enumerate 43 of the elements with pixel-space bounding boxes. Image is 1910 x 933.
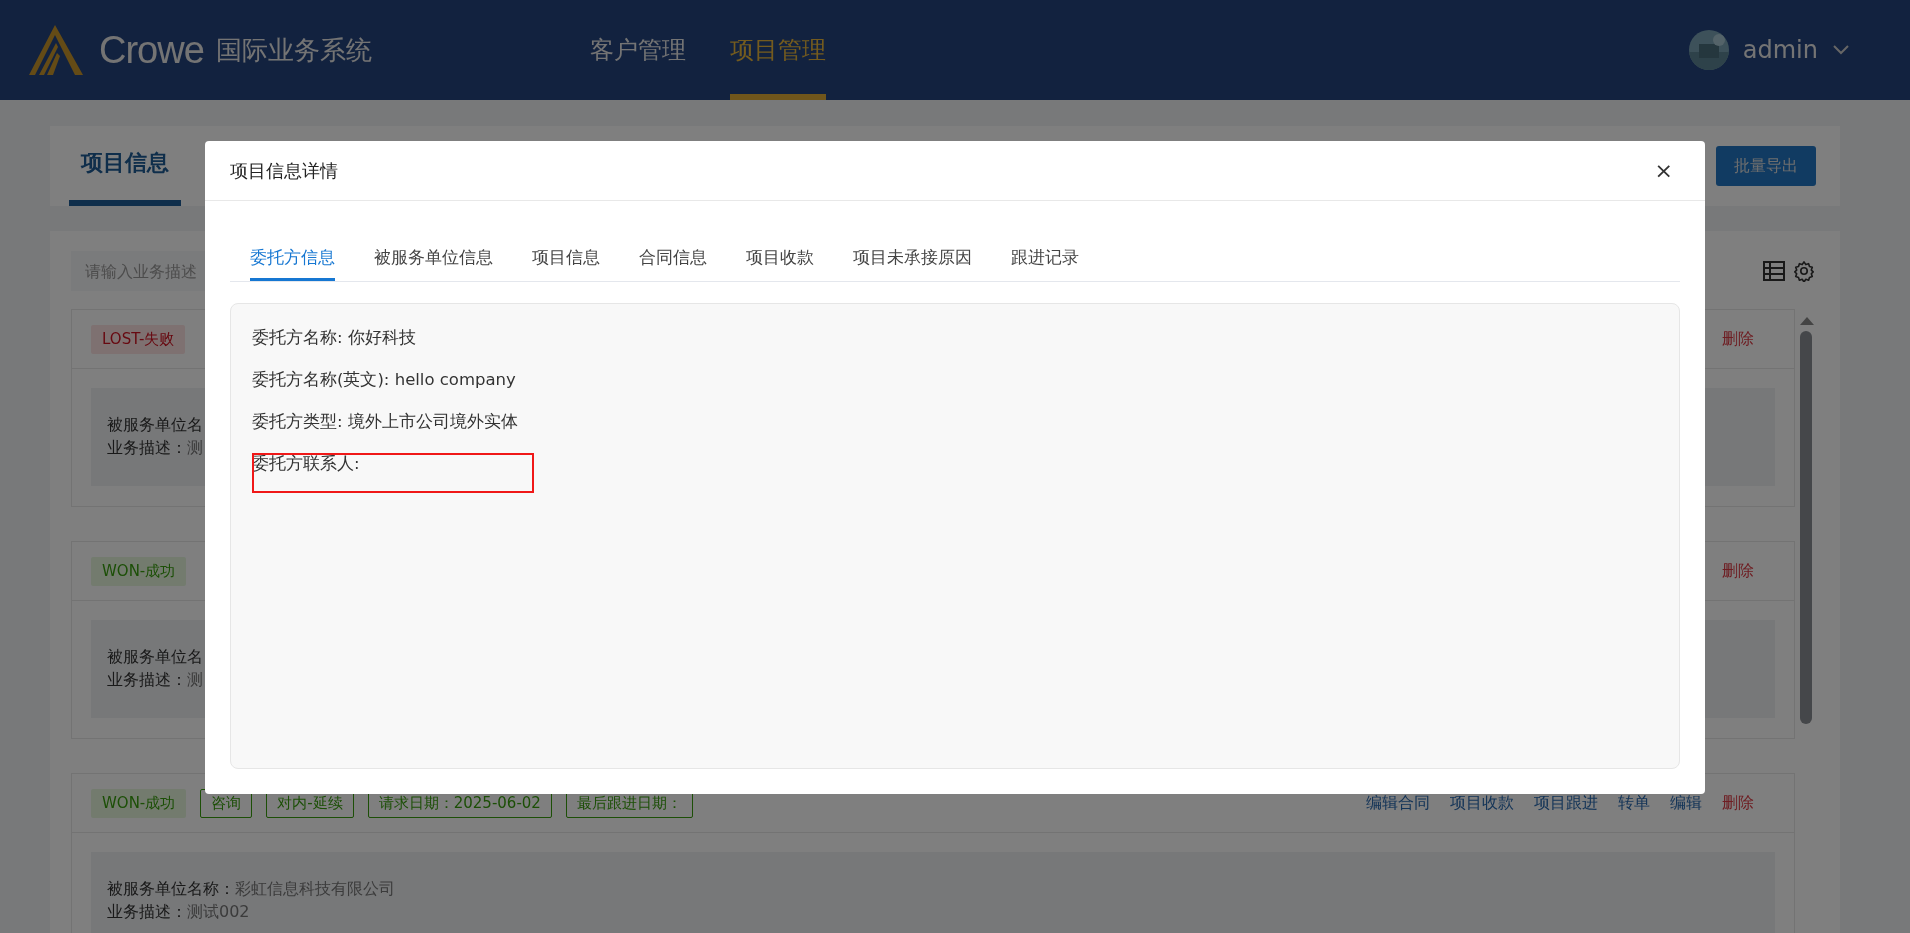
detail-field: 委托方名称(英文): hello company	[252, 359, 1658, 401]
action-link[interactable]: 编辑	[1670, 792, 1702, 814]
close-button[interactable]: ×	[1650, 158, 1677, 183]
action-link[interactable]: 编辑合同	[1366, 792, 1430, 814]
dialog-title: 项目信息详情	[230, 158, 338, 183]
table-icon[interactable]	[1763, 261, 1785, 281]
scroll-up-icon[interactable]	[1800, 317, 1814, 325]
nav-item[interactable]: 项目管理	[730, 0, 826, 100]
status-tag: WON-成功	[91, 556, 187, 586]
chevron-down-icon[interactable]	[1832, 44, 1850, 56]
action-link[interactable]: 转单	[1618, 792, 1650, 814]
dialog-tab[interactable]: 被服务单位信息	[374, 237, 493, 281]
detail-field: 委托方名称: 你好科技	[252, 317, 1658, 359]
detail-field: 委托方类型: 境外上市公司境外实体	[252, 401, 1658, 443]
nav-item[interactable]: 客户管理	[590, 0, 686, 100]
action-link[interactable]: 项目跟进	[1534, 792, 1598, 814]
system-name: 国际业务系统	[215, 33, 372, 67]
action-link[interactable]: 项目收款	[1450, 792, 1514, 814]
dialog-tab[interactable]: 项目收款	[746, 237, 814, 281]
info-text: 被服务单位名	[107, 415, 203, 436]
delete-link[interactable]: 删除	[1722, 560, 1754, 582]
dialog-tab[interactable]: 跟进记录	[1011, 237, 1079, 281]
info-text: 被服务单位名	[107, 647, 203, 668]
delete-link[interactable]: 删除	[1722, 792, 1754, 814]
delete-link[interactable]: 删除	[1722, 328, 1754, 350]
info-text: 业务描述：测试002	[107, 902, 250, 923]
info-text: 被服务单位名称：彩虹信息科技有限公司	[107, 879, 395, 900]
scrollbar-thumb[interactable]	[1800, 331, 1812, 724]
dialog-tab[interactable]: 合同信息	[639, 237, 707, 281]
dialog-tab[interactable]: 项目信息	[532, 237, 600, 281]
info-text: 业务描述：测	[107, 670, 203, 691]
detail-field: 委托方联系人:	[252, 443, 1658, 485]
status-tag: LOST-失败	[91, 324, 186, 354]
dialog-tab[interactable]: 项目未承接原因	[853, 237, 972, 281]
info-text: 业务描述：测	[107, 438, 203, 459]
settings-icon[interactable]	[1793, 260, 1815, 282]
dialog-tab[interactable]: 委托方信息	[250, 237, 335, 281]
user-name[interactable]: admin	[1742, 36, 1818, 64]
avatar[interactable]	[1688, 30, 1729, 70]
status-tag: WON-成功	[91, 788, 187, 818]
logo-text: Crowe	[99, 28, 204, 72]
export-button[interactable]: 批量导出	[1716, 146, 1816, 186]
page-tab[interactable]: 项目信息	[69, 126, 181, 206]
